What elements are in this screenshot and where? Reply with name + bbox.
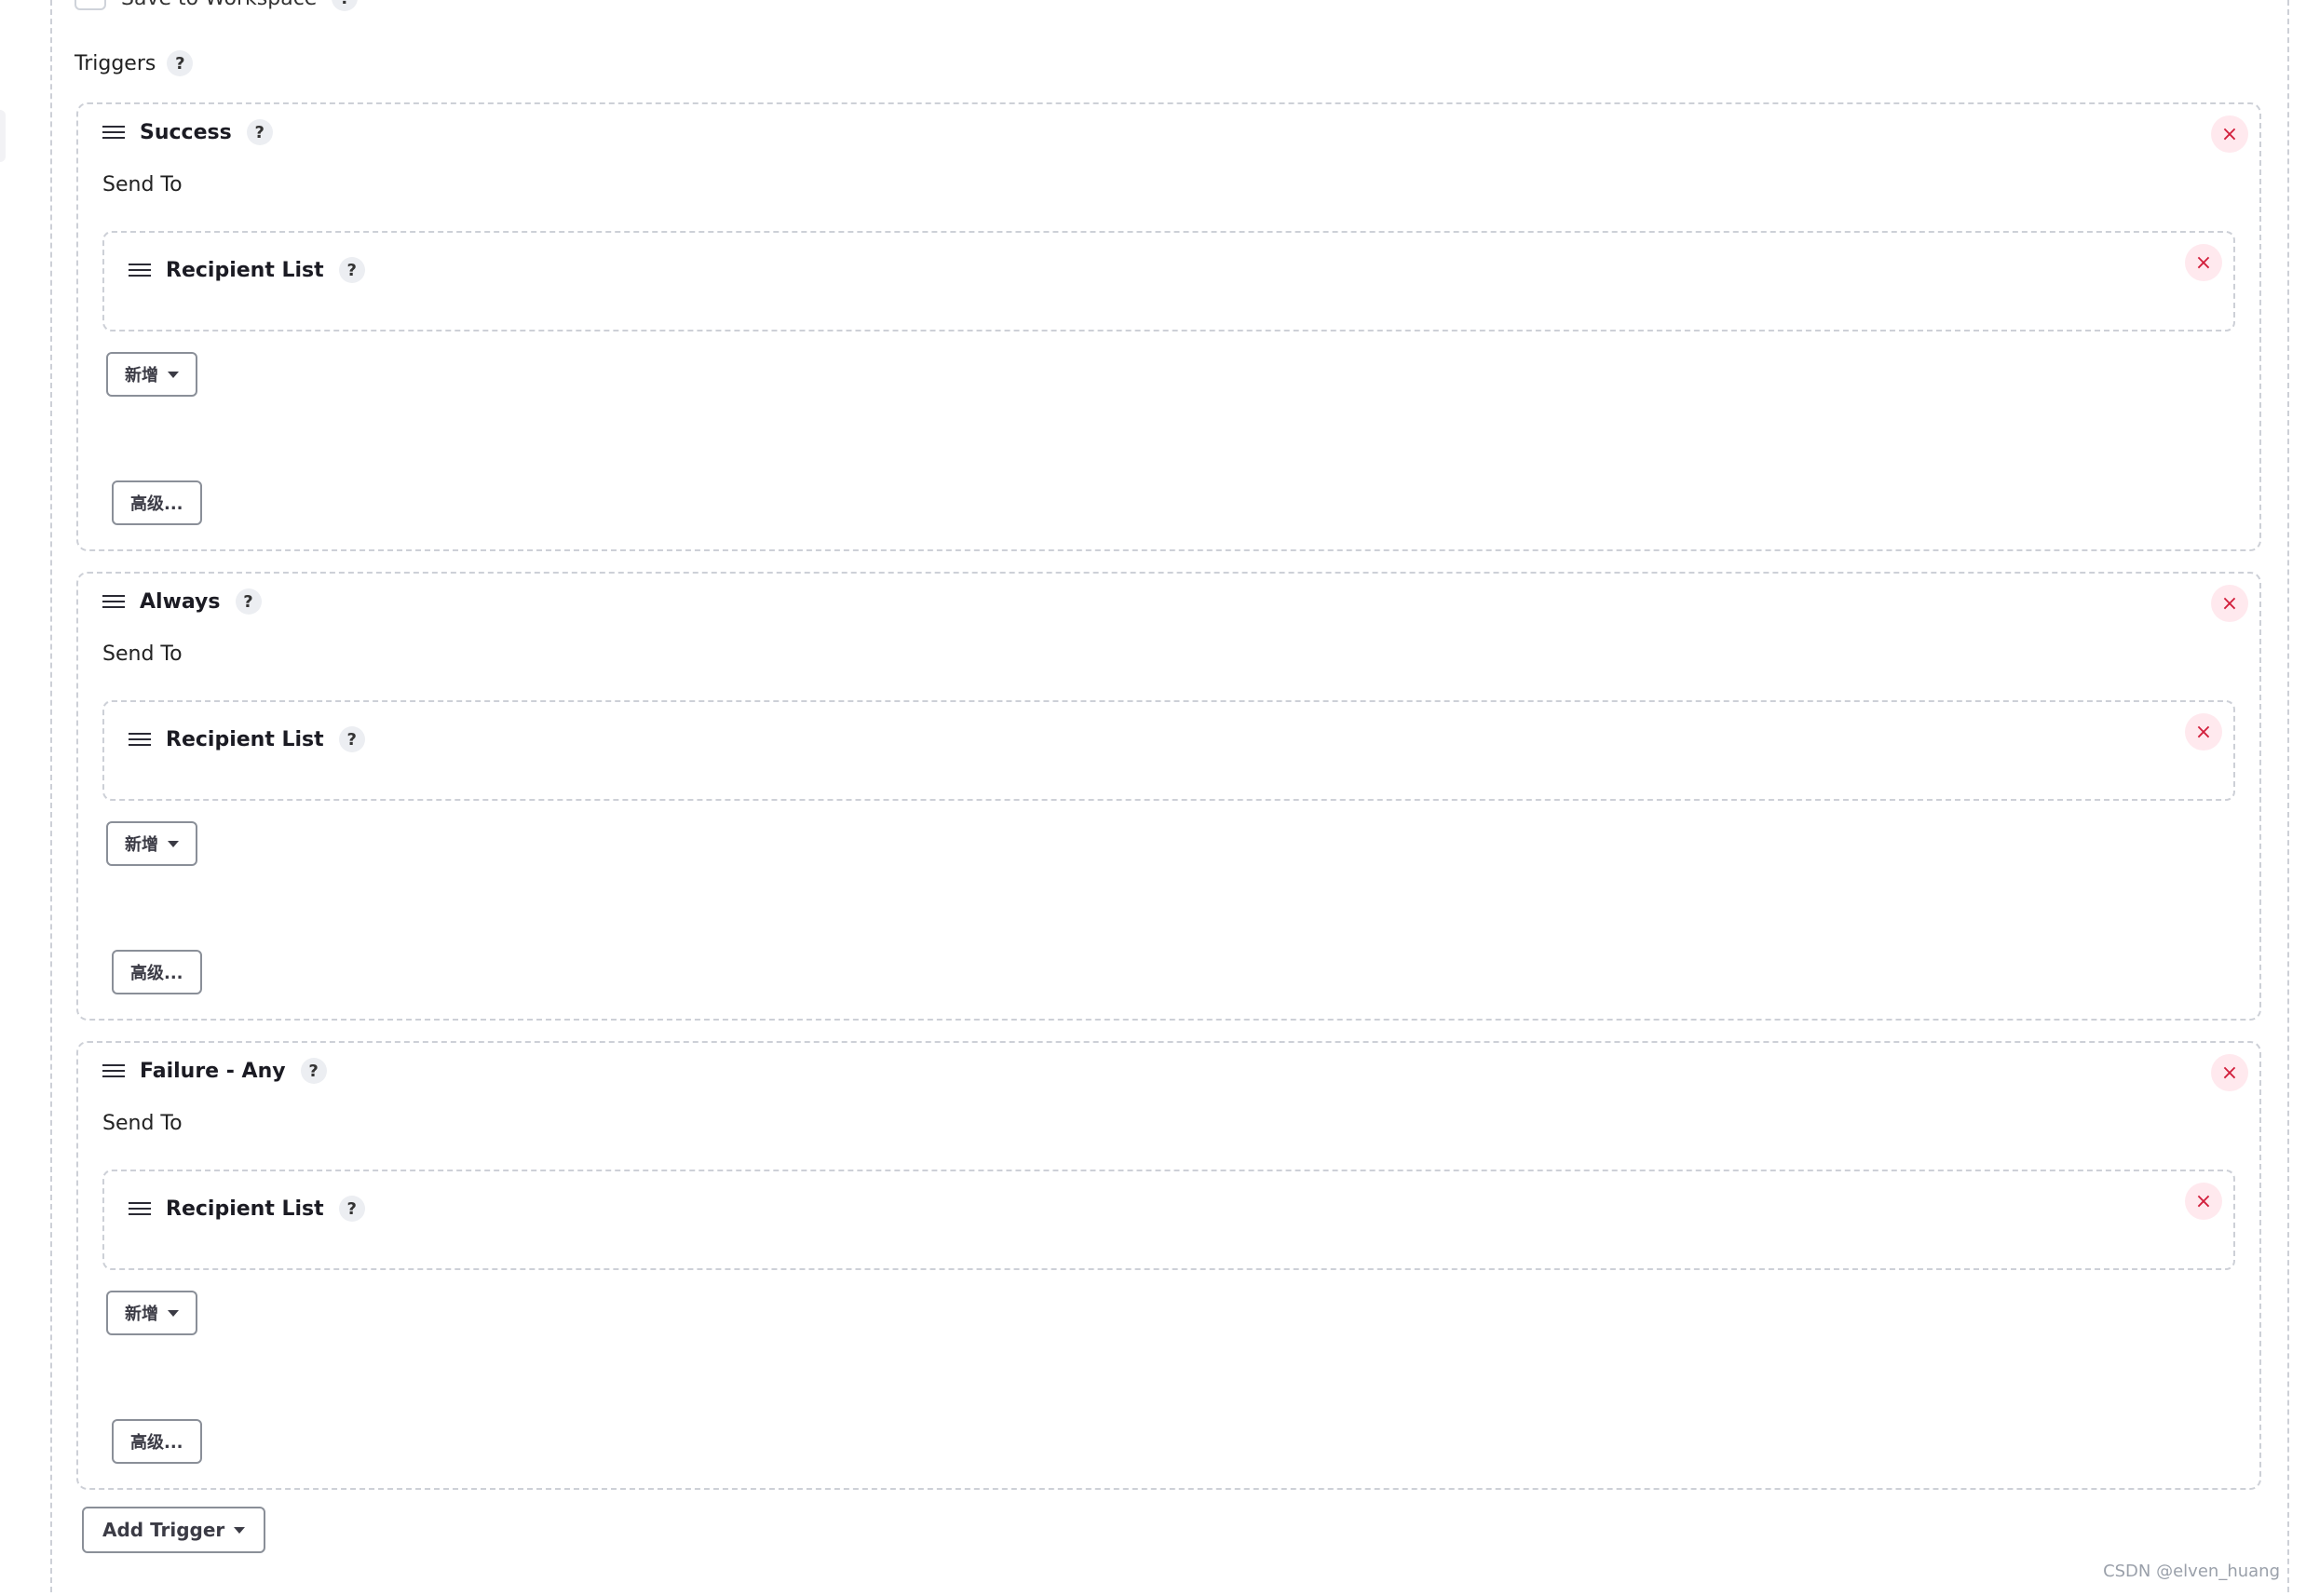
close-icon[interactable]: × <box>2211 1054 2248 1091</box>
close-icon[interactable]: × <box>2211 115 2248 153</box>
trigger-header: Success ? <box>102 119 273 145</box>
triggers-title: Triggers <box>75 51 156 75</box>
add-trigger-button[interactable]: Add Trigger <box>82 1507 266 1553</box>
caret-down-icon <box>168 371 179 378</box>
close-icon[interactable]: × <box>2185 244 2222 281</box>
caret-down-icon <box>234 1526 246 1534</box>
help-icon[interactable]: ? <box>338 1196 365 1222</box>
send-to-label: Send To <box>102 1112 183 1135</box>
add-trigger-label: Add Trigger <box>102 1519 225 1541</box>
add-button[interactable]: 新增 <box>106 352 197 397</box>
save-to-workspace[interactable]: Save to Workspace ? <box>75 0 359 11</box>
send-to-label: Send To <box>102 173 183 196</box>
close-icon[interactable]: × <box>2185 713 2222 751</box>
advanced-label: 高级... <box>130 964 183 983</box>
close-icon[interactable]: × <box>2185 1183 2222 1220</box>
trigger-panel-failure-any: Failure - Any ? × Send To Recipient List… <box>76 1041 2261 1490</box>
caret-down-icon <box>168 1309 179 1317</box>
advanced-label: 高级... <box>130 494 183 514</box>
recipient-list-title: Recipient List <box>166 1197 324 1221</box>
recipient-list-card: Recipient List ? × <box>102 1170 2235 1270</box>
help-icon[interactable]: ? <box>300 1058 327 1084</box>
trigger-panel-always: Always ? × Send To Recipient List ? × 新增… <box>76 572 2261 1021</box>
trigger-panel-success: Success ? × Send To Recipient List ? × 新… <box>76 102 2261 551</box>
left-rail <box>0 110 6 162</box>
help-icon[interactable]: ? <box>167 50 194 76</box>
caret-down-icon <box>168 840 179 847</box>
help-icon[interactable]: ? <box>246 119 273 145</box>
recipient-list-card: Recipient List ? × <box>102 700 2235 801</box>
help-icon[interactable]: ? <box>338 257 365 283</box>
drag-handle-icon[interactable] <box>129 731 151 748</box>
add-button[interactable]: 新增 <box>106 821 197 866</box>
help-icon[interactable]: ? <box>332 0 359 11</box>
watermark: CSDN @elven_huang <box>2103 1562 2280 1581</box>
help-icon[interactable]: ? <box>338 726 365 752</box>
triggers-section-label: Triggers ? <box>75 50 194 76</box>
drag-handle-icon[interactable] <box>129 262 151 278</box>
recipient-list-card: Recipient List ? × <box>102 231 2235 331</box>
add-label: 新增 <box>125 835 158 855</box>
close-icon[interactable]: × <box>2211 585 2248 622</box>
drag-handle-icon[interactable] <box>102 593 125 610</box>
recipient-list-title: Recipient List <box>166 258 324 282</box>
drag-handle-icon[interactable] <box>102 1062 125 1079</box>
add-label: 新增 <box>125 366 158 385</box>
add-button[interactable]: 新增 <box>106 1291 197 1335</box>
advanced-label: 高级... <box>130 1433 183 1453</box>
trigger-title: Failure - Any <box>140 1059 286 1083</box>
save-to-workspace-checkbox[interactable] <box>75 0 106 10</box>
add-label: 新增 <box>125 1305 158 1324</box>
trigger-header: Failure - Any ? <box>102 1058 327 1084</box>
drag-handle-icon[interactable] <box>129 1200 151 1217</box>
advanced-button[interactable]: 高级... <box>112 1419 202 1464</box>
help-icon[interactable]: ? <box>235 588 262 615</box>
trigger-title: Always <box>140 589 221 614</box>
save-to-workspace-label: Save to Workspace <box>121 0 317 10</box>
drag-handle-icon[interactable] <box>102 124 125 141</box>
send-to-label: Send To <box>102 642 183 666</box>
advanced-button[interactable]: 高级... <box>112 480 202 525</box>
trigger-title: Success <box>140 120 232 144</box>
trigger-header: Always ? <box>102 588 262 615</box>
recipient-list-title: Recipient List <box>166 727 324 751</box>
advanced-button[interactable]: 高级... <box>112 950 202 994</box>
